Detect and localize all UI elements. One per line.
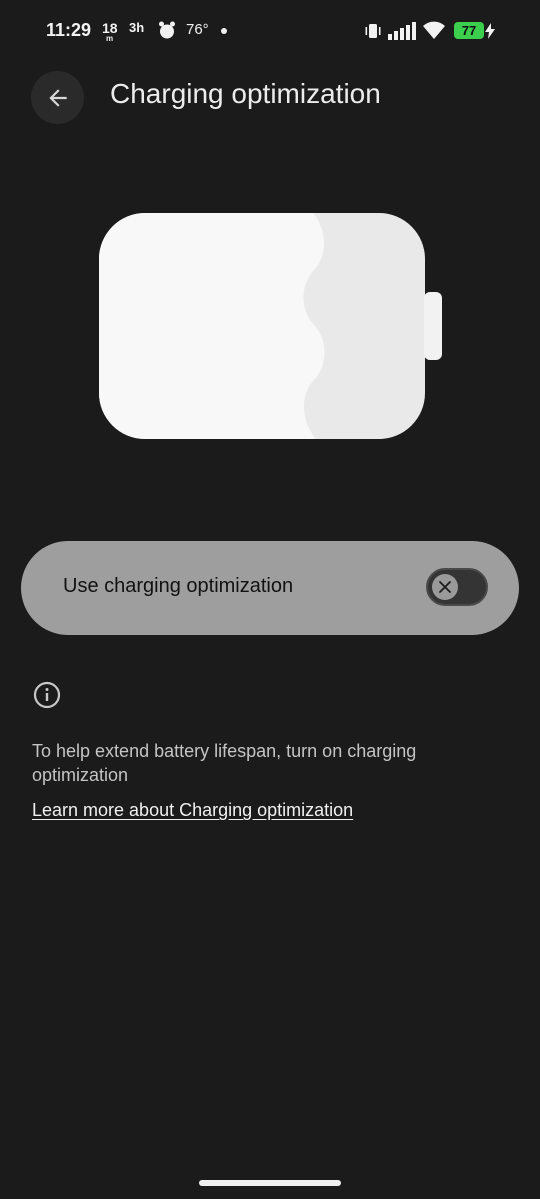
notification-hours: 3h bbox=[129, 20, 145, 35]
charging-bolt-icon bbox=[485, 23, 495, 39]
wifi-icon bbox=[423, 21, 445, 39]
charging-optimization-switch[interactable] bbox=[426, 568, 488, 606]
arrow-back-icon bbox=[48, 88, 67, 107]
status-time: 11:29 bbox=[46, 20, 92, 40]
gesture-navigation-bar[interactable] bbox=[199, 1180, 341, 1186]
notification-dot-icon bbox=[221, 28, 227, 34]
close-icon bbox=[439, 581, 451, 593]
charging-optimization-toggle-row[interactable]: Use charging optimization bbox=[21, 541, 519, 635]
page-title: Charging optimization bbox=[110, 78, 381, 109]
vibrate-icon bbox=[365, 24, 381, 38]
temperature-label: 76° bbox=[186, 21, 209, 38]
battery-level-badge: 77 bbox=[454, 22, 484, 39]
notification-unit: m bbox=[106, 34, 114, 43]
status-bar: 11:29 18 m 3h 76° 77 bbox=[0, 0, 540, 62]
signal-icon bbox=[388, 22, 416, 40]
info-description: To help extend battery lifespan, turn on… bbox=[32, 741, 417, 785]
switch-thumb bbox=[432, 574, 458, 600]
info-icon bbox=[33, 681, 61, 709]
learn-more-link[interactable]: Learn more about Charging optimization bbox=[32, 800, 353, 821]
alarm-clock-icon bbox=[159, 21, 175, 39]
toggle-label: Use charging optimization bbox=[63, 575, 294, 597]
back-button[interactable] bbox=[31, 71, 84, 124]
battery-illustration bbox=[99, 213, 442, 439]
